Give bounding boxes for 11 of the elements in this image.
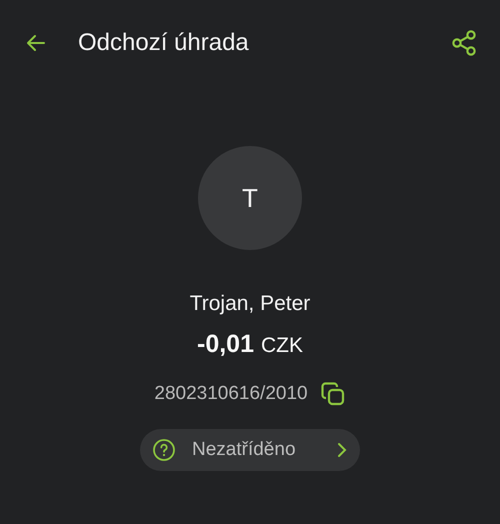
copy-icon[interactable] bbox=[320, 381, 346, 407]
screen-title: Odchozí úhrada bbox=[78, 29, 250, 57]
question-icon bbox=[152, 438, 176, 462]
counterparty-name: Trojan, Peter bbox=[190, 292, 310, 316]
chevron-right-icon bbox=[336, 442, 348, 458]
category-button[interactable]: Nezatříděno bbox=[140, 429, 360, 471]
account-number: 2802310616/2010 bbox=[154, 383, 308, 405]
amount-currency: CZK bbox=[260, 334, 303, 358]
avatar: T bbox=[198, 146, 302, 250]
amount-value: -0,01 bbox=[197, 330, 254, 359]
share-icon[interactable] bbox=[450, 29, 478, 57]
